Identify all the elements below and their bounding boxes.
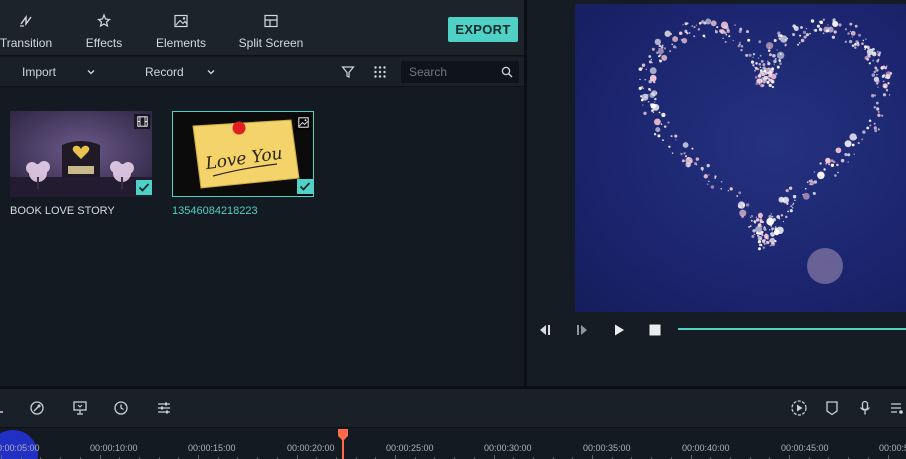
microphone-icon (859, 400, 871, 415)
top-toolbar: Transition Effects Elements Split Screen… (0, 0, 524, 56)
filter-button[interactable] (341, 57, 355, 87)
media-caption: 13546084218223 (172, 205, 258, 217)
tool-elements[interactable]: Elements (155, 0, 207, 56)
undo-button[interactable] (0, 399, 12, 417)
crop-button[interactable] (71, 399, 89, 417)
music-list-icon (891, 403, 903, 414)
color-wheel-icon (30, 401, 44, 415)
adjust-button[interactable] (155, 399, 173, 417)
voiceover-button[interactable] (856, 399, 874, 417)
ruler-tick (690, 455, 692, 459)
ruler-tick (493, 455, 495, 459)
clock-icon (114, 401, 128, 415)
audio-mixer-button[interactable] (888, 399, 906, 417)
tool-label: Split Screen (238, 36, 304, 50)
search-box (401, 61, 519, 83)
play-button[interactable] (611, 322, 627, 338)
tool-label: Transition (0, 36, 53, 50)
chevron-down-icon (207, 70, 215, 75)
selected-check-icon[interactable] (297, 179, 313, 194)
media-library: BOOK LOVE STORY Love You 13546084218223 (0, 88, 524, 384)
media-toolbar: Import Record (0, 57, 524, 87)
ruler-tick (296, 455, 298, 459)
marker-button[interactable] (823, 399, 841, 417)
ruler-label: 00:00:50:00 (879, 443, 906, 453)
timeline-ruler[interactable]: 00:00:05:00 00:00:10:00 00:00:15:00 00:0… (0, 427, 906, 459)
ruler-tick (1, 455, 2, 459)
elements-icon (172, 12, 190, 30)
ruler-label: 00:00:10:00 (90, 443, 138, 453)
heart-particles-image (638, 18, 893, 284)
ruler-label: 00:00:20:00 (287, 443, 335, 453)
media-caption: BOOK LOVE STORY (10, 205, 115, 217)
speed-button[interactable] (112, 399, 130, 417)
tool-label: Elements (155, 36, 207, 50)
sliders-icon (158, 402, 170, 414)
render-preview-button[interactable] (790, 399, 808, 417)
ruler-tick (395, 455, 396, 459)
ruler-tick (99, 455, 101, 459)
tool-effects[interactable]: Effects (80, 0, 128, 56)
media-thumbnail-love-you[interactable]: Love You (172, 111, 314, 197)
book-love-story-thumbnail (10, 111, 152, 197)
play-icon (615, 324, 624, 336)
search-icon[interactable] (501, 66, 513, 78)
ruler-label: 00:00:15:00 (188, 443, 236, 453)
ruler-tick (789, 455, 790, 459)
search-input[interactable] (409, 65, 497, 79)
timeline-toolbar (0, 389, 906, 427)
ruler-label: 00:00:40:00 (682, 443, 730, 453)
split-screen-icon (262, 12, 280, 30)
media-thumbnail-book-love-story[interactable] (10, 111, 152, 197)
ruler-tick (198, 455, 199, 459)
import-dropdown[interactable]: Import (22, 57, 96, 87)
ruler-tick (887, 455, 889, 459)
partial-icon (0, 411, 3, 413)
stop-button[interactable] (647, 322, 663, 338)
color-button[interactable] (28, 399, 46, 417)
playhead-line[interactable] (342, 440, 344, 459)
import-label: Import (22, 65, 57, 79)
effects-icon (95, 12, 113, 30)
render-play-icon (791, 400, 807, 416)
preview-video[interactable] (575, 4, 906, 312)
ruler-label: 00:00:35:00 (583, 443, 631, 453)
tool-transition[interactable]: Transition (0, 0, 54, 56)
selected-check-icon[interactable] (136, 180, 152, 195)
love-you-note-thumbnail: Love You (173, 112, 313, 196)
playback-progress-bar[interactable] (678, 328, 906, 330)
prev-frame-icon (540, 325, 550, 335)
tool-split-screen[interactable]: Split Screen (238, 0, 304, 56)
ruler-label: 00:00:25:00 (386, 443, 434, 453)
video-type-icon (134, 114, 150, 129)
ruler-tick (592, 455, 593, 459)
image-type-icon (295, 115, 311, 130)
chevron-down-icon (87, 70, 95, 75)
tool-label: Effects (85, 36, 123, 50)
screen-crop-icon (73, 401, 87, 415)
ruler-label: 00:00:05:00 (0, 443, 40, 453)
filter-icon (341, 66, 355, 78)
ruler-label: 00:00:30:00 (484, 443, 532, 453)
grid-icon (374, 66, 386, 78)
ruler-label: 00:00:45:00 (781, 443, 829, 453)
preview-panel (527, 0, 906, 386)
stop-icon (649, 324, 661, 336)
marker-icon (826, 401, 838, 416)
prev-frame-button[interactable] (537, 322, 553, 338)
step-icon (577, 325, 587, 335)
record-dropdown[interactable]: Record (145, 57, 216, 87)
export-button[interactable]: EXPORT (448, 17, 518, 42)
transition-icon (17, 12, 35, 30)
record-label: Record (145, 65, 184, 79)
grid-view-button[interactable] (373, 57, 387, 87)
step-button[interactable] (574, 322, 590, 338)
